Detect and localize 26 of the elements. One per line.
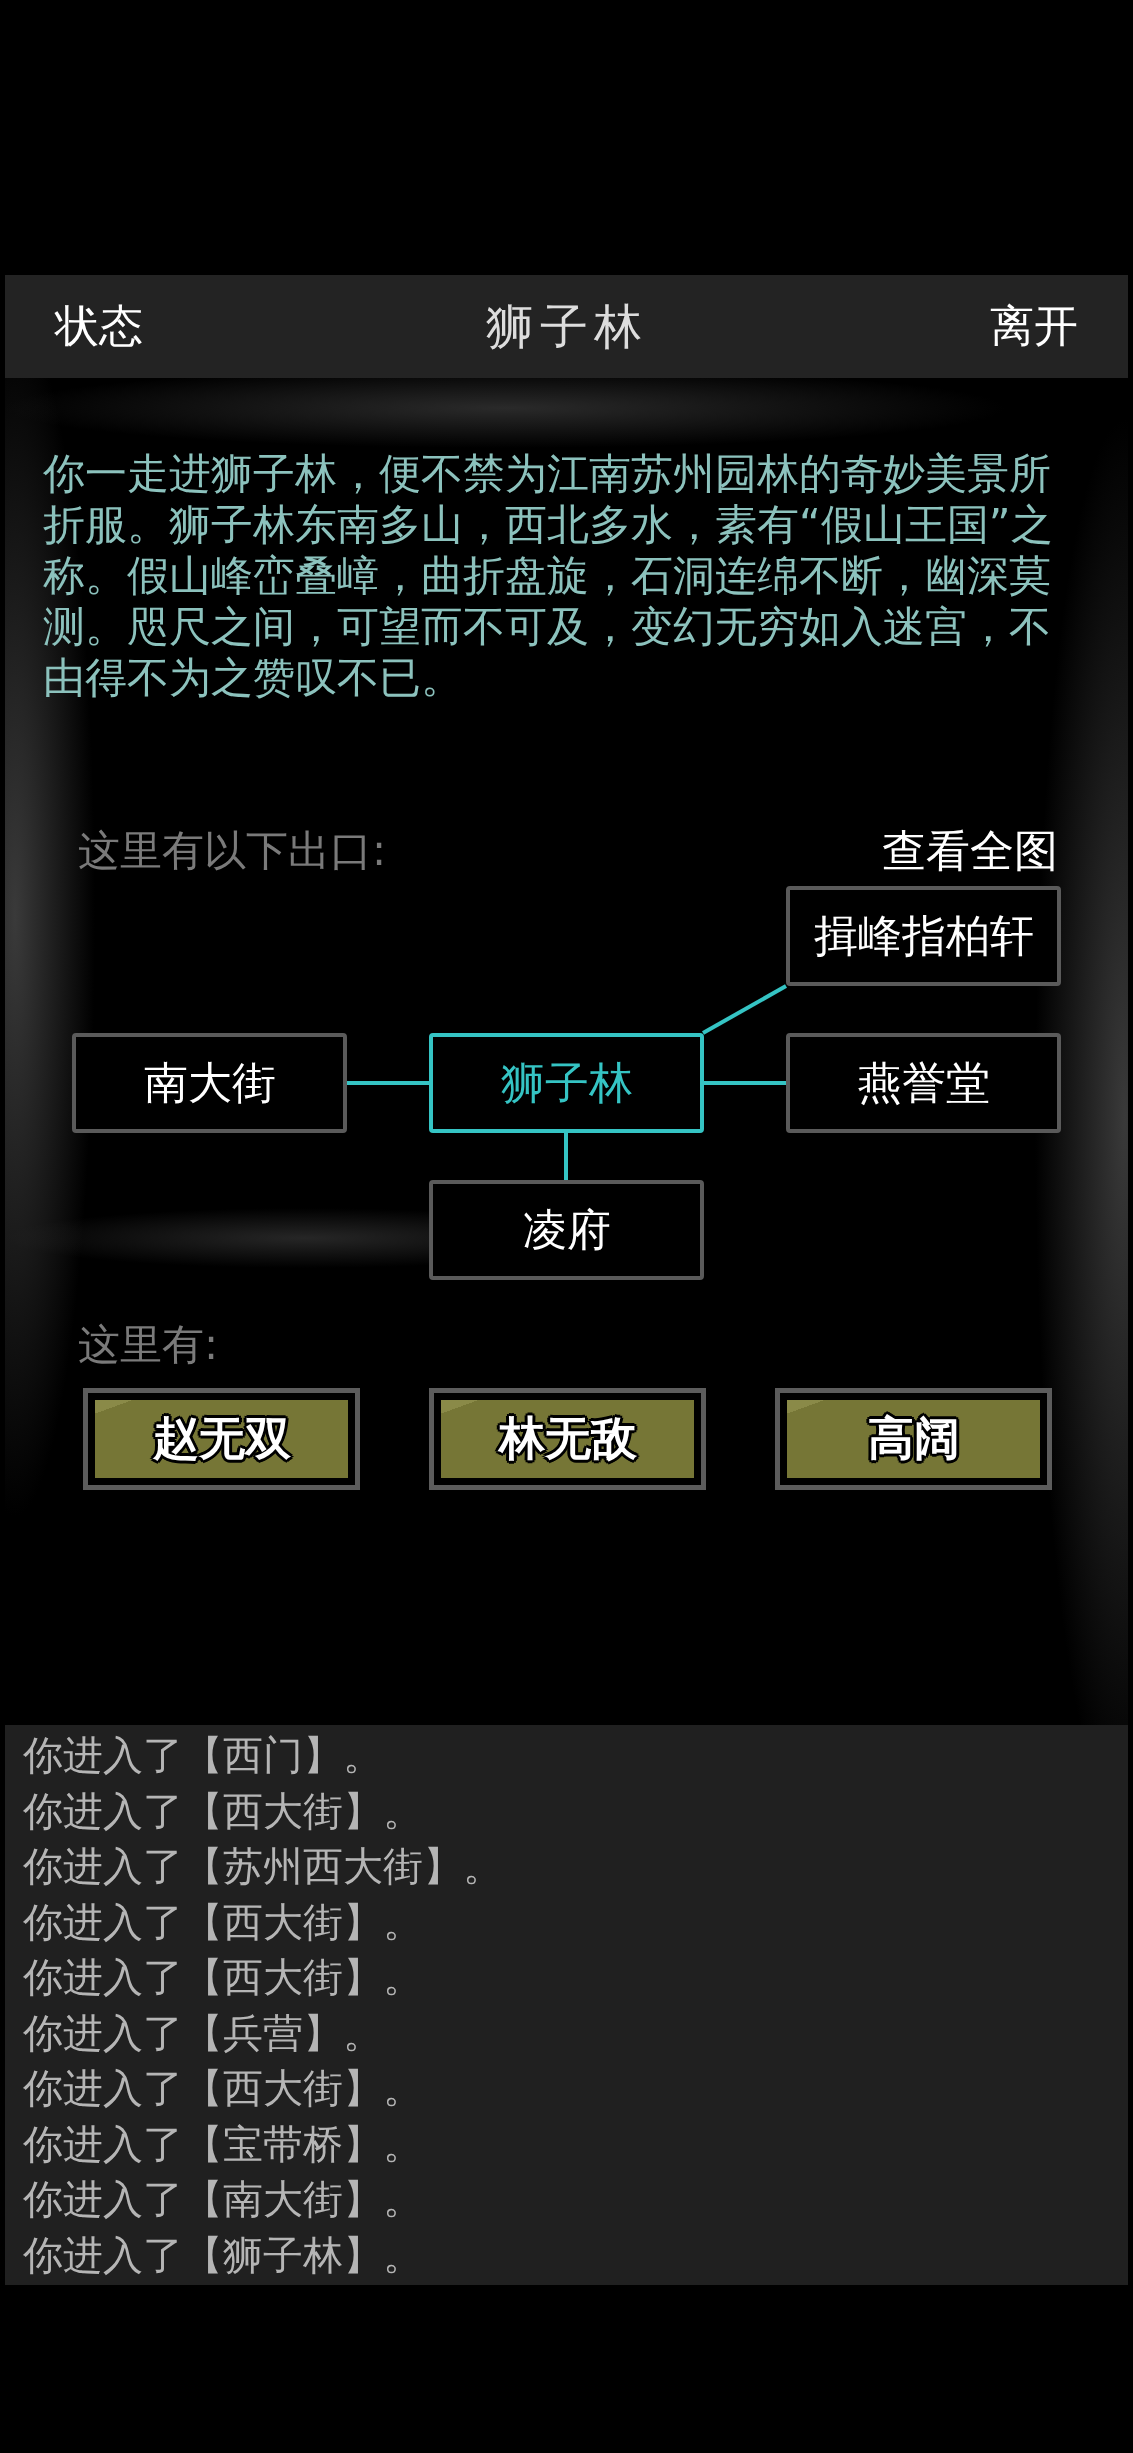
- location-title: 狮子林: [485, 296, 648, 356]
- status-button[interactable]: 状态: [55, 297, 143, 356]
- log-message: 你进入了【兵营】。: [23, 2008, 384, 2058]
- log-message: 你进入了【西大街】。: [23, 1786, 424, 1836]
- npc-button[interactable]: 赵无双: [83, 1388, 360, 1490]
- location-node[interactable]: 燕誉堂: [786, 1033, 1061, 1133]
- log-message: 你进入了【西大街】。: [23, 2064, 424, 2113]
- log-message: 你进入了【苏州西大街】。: [23, 1842, 504, 1891]
- location-node[interactable]: 凌府: [429, 1180, 704, 1280]
- log-message: 你进入了【南大街】。: [23, 2175, 424, 2224]
- location-node[interactable]: 南大街: [72, 1033, 347, 1133]
- connector-line: [564, 1133, 568, 1180]
- leave-button[interactable]: 离开: [990, 297, 1078, 356]
- log-message: 你进入了【西门】。: [23, 1731, 384, 1780]
- room-description: 你一走进狮子林，便不禁为江南苏州园林的奇妙美景所折服。狮子林东南多山，西北多水，素有“假山王国”之称。假山峰峦叠嶂，曲折盘旋，石洞连绵不断，幽深莫测。咫尺之间，可望而不可及，变幻无穷如入迷宫，不由得不为之赞叹不已。: [42, 448, 1054, 703]
- log-message: 你进入了【西大街】。: [23, 1953, 424, 2002]
- exits-label: 这里有以下出口:: [78, 825, 387, 877]
- log-message: 你进入了【西大街】。: [23, 1897, 424, 1947]
- people-label: 这里有:: [78, 1320, 220, 1370]
- log-message: 你进入了【宝带桥】。: [23, 2119, 424, 2169]
- npc-button[interactable]: 高阔: [775, 1388, 1052, 1490]
- npc-button[interactable]: 林无敌: [429, 1388, 706, 1490]
- log-message: 你进入了【狮子林】。: [23, 2230, 424, 2280]
- location-node[interactable]: 狮子林: [429, 1033, 704, 1133]
- view-map-button[interactable]: 查看全图: [882, 821, 1058, 881]
- location-node[interactable]: 揖峰指柏轩: [786, 886, 1061, 986]
